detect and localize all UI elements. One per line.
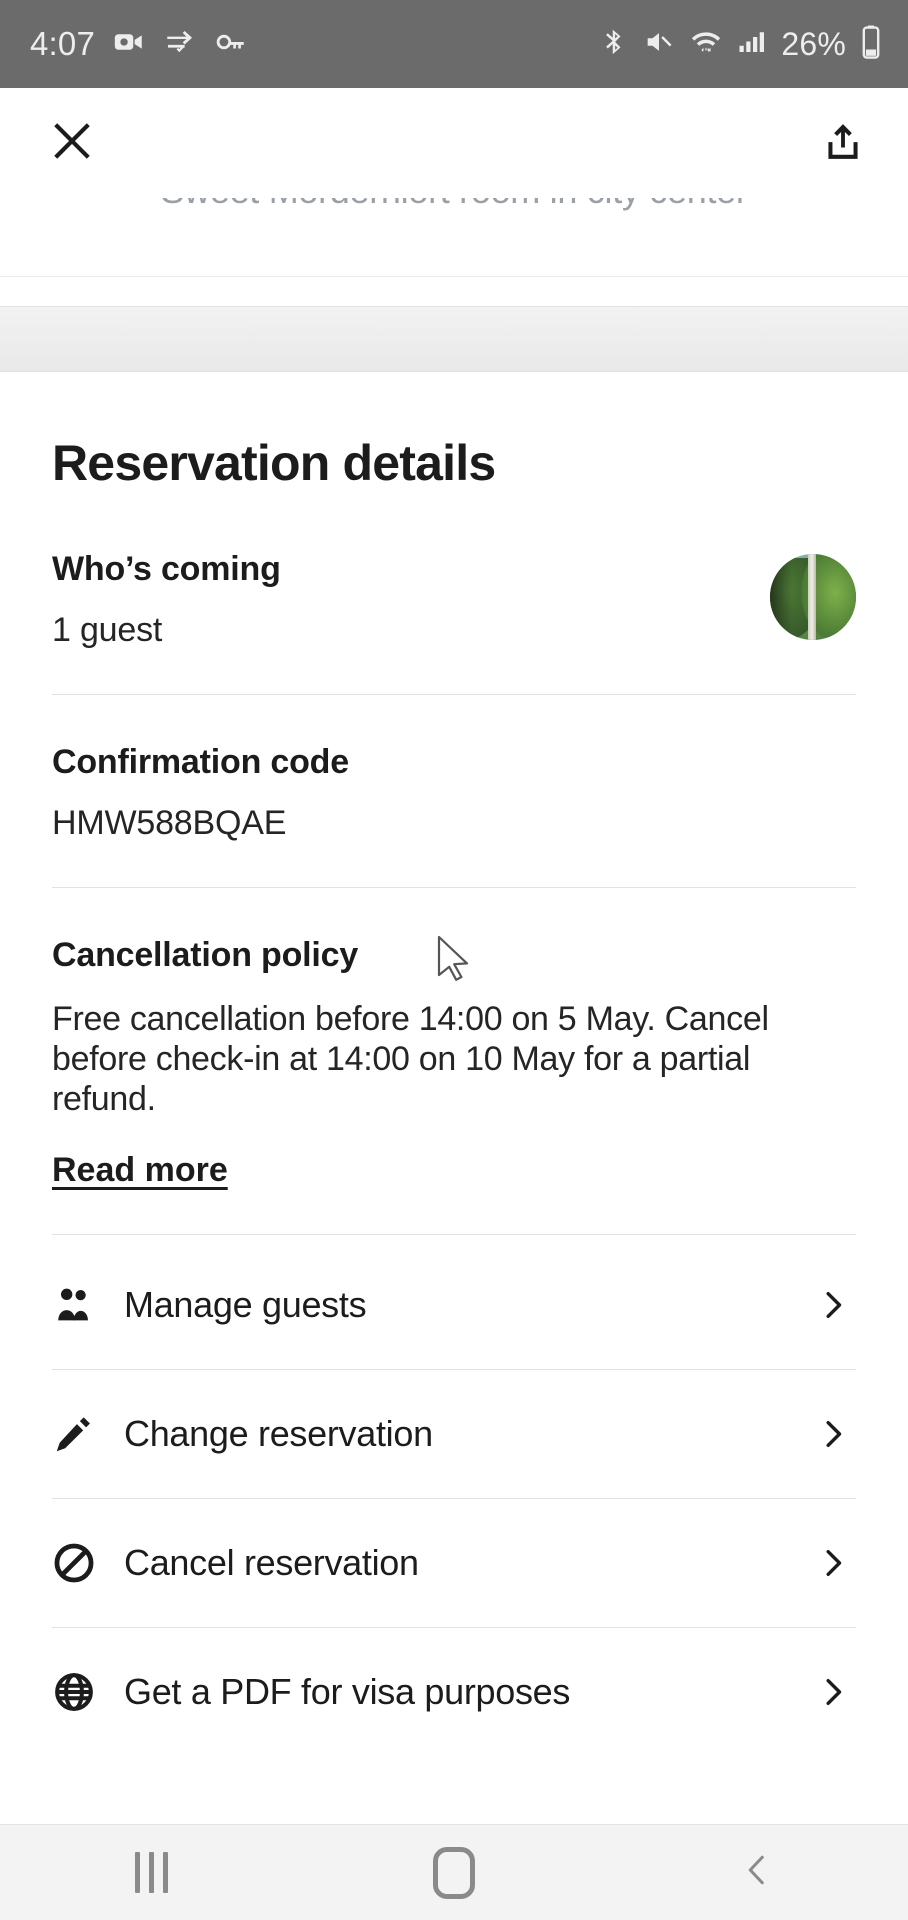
volume-mute-icon bbox=[643, 25, 675, 64]
close-button[interactable] bbox=[48, 117, 96, 170]
chevron-right-icon bbox=[816, 1675, 856, 1709]
read-more-link[interactable]: Read more bbox=[52, 1151, 228, 1190]
chevron-right-icon bbox=[816, 1417, 856, 1451]
share-icon bbox=[820, 118, 866, 169]
whos-coming-text: Who’s coming 1 guest bbox=[52, 550, 281, 650]
video-camera-icon bbox=[112, 25, 146, 64]
back-icon bbox=[739, 1850, 775, 1895]
home-icon bbox=[432, 1846, 475, 1899]
action-label: Cancel reservation bbox=[124, 1542, 419, 1584]
chevron-right-icon bbox=[816, 1288, 856, 1322]
vpn-icon bbox=[163, 25, 197, 64]
avatar-shadow bbox=[770, 554, 793, 640]
wifi-icon bbox=[689, 25, 723, 64]
action-row-manage-guests[interactable]: Manage guests bbox=[52, 1241, 856, 1369]
no-entry-icon bbox=[52, 1541, 124, 1585]
action-label: Manage guests bbox=[124, 1284, 367, 1326]
whos-coming-row: Who’s coming 1 guest bbox=[52, 550, 856, 650]
status-bar-left: 4:07 bbox=[30, 25, 248, 64]
back-button[interactable] bbox=[677, 1825, 837, 1920]
phone-screen: 4:07 26% Reservation details Who’s comin… bbox=[0, 0, 908, 1920]
home-button[interactable] bbox=[374, 1825, 534, 1920]
cancellation-policy-label: Cancellation policy bbox=[52, 936, 359, 974]
reservation-details-section: Reservation details Who’s coming 1 guest bbox=[0, 372, 908, 1757]
battery-percent-label: 26% bbox=[781, 25, 846, 62]
share-button[interactable] bbox=[820, 118, 866, 169]
app-bar bbox=[0, 88, 908, 198]
status-bar: 4:07 26% bbox=[0, 0, 908, 88]
recents-icon bbox=[134, 1852, 168, 1893]
action-label: Change reservation bbox=[124, 1413, 433, 1455]
chevron-right-icon bbox=[816, 1546, 856, 1580]
action-label: Get a PDF for visa purposes bbox=[124, 1671, 571, 1713]
listing-strip-divider bbox=[0, 276, 908, 277]
pencil-icon bbox=[52, 1412, 124, 1456]
listing-title: Sweet Mordernlort room in city center bbox=[0, 198, 908, 212]
action-row-cancel-reservation[interactable]: Cancel reservation bbox=[52, 1499, 856, 1627]
bluetooth-icon bbox=[599, 25, 629, 64]
cancellation-policy-block: Cancellation policy Free cancellation be… bbox=[52, 888, 856, 1234]
whos-coming-value: 1 guest bbox=[52, 611, 163, 649]
globe-icon bbox=[52, 1670, 124, 1714]
section-gap-inner bbox=[0, 307, 908, 371]
confirmation-code-block: Confirmation code HMW588BQAE bbox=[52, 695, 856, 887]
confirmation-code-value[interactable]: HMW588BQAE bbox=[52, 804, 856, 843]
cellular-signal-icon bbox=[737, 25, 767, 64]
action-row-change-reservation[interactable]: Change reservation bbox=[52, 1370, 856, 1498]
listing-card-clipped[interactable]: Sweet Mordernlort room in city center bbox=[0, 198, 908, 306]
status-bar-right: 26% bbox=[599, 24, 882, 65]
cancellation-policy-text: Free cancellation before 14:00 on 5 May.… bbox=[52, 1000, 769, 1119]
android-nav-bar bbox=[0, 1824, 908, 1920]
key-icon bbox=[214, 25, 248, 64]
page-title: Reservation details bbox=[52, 435, 496, 491]
battery-icon bbox=[860, 24, 882, 65]
status-bar-clock: 4:07 bbox=[30, 25, 96, 62]
avatar[interactable] bbox=[770, 554, 856, 640]
whos-coming-label: Who’s coming bbox=[52, 550, 281, 588]
close-icon bbox=[48, 117, 96, 170]
recents-button[interactable] bbox=[71, 1825, 231, 1920]
section-gap-band bbox=[0, 306, 908, 372]
people-icon bbox=[52, 1283, 124, 1327]
whos-coming-block: Who’s coming 1 guest bbox=[52, 502, 856, 694]
avatar-tree-trunk bbox=[807, 554, 816, 640]
action-list: Manage guests Change reservation Cancel … bbox=[52, 1235, 856, 1756]
confirmation-code-label: Confirmation code bbox=[52, 743, 349, 781]
action-row-get-pdf-visa[interactable]: Get a PDF for visa purposes bbox=[52, 1628, 856, 1756]
